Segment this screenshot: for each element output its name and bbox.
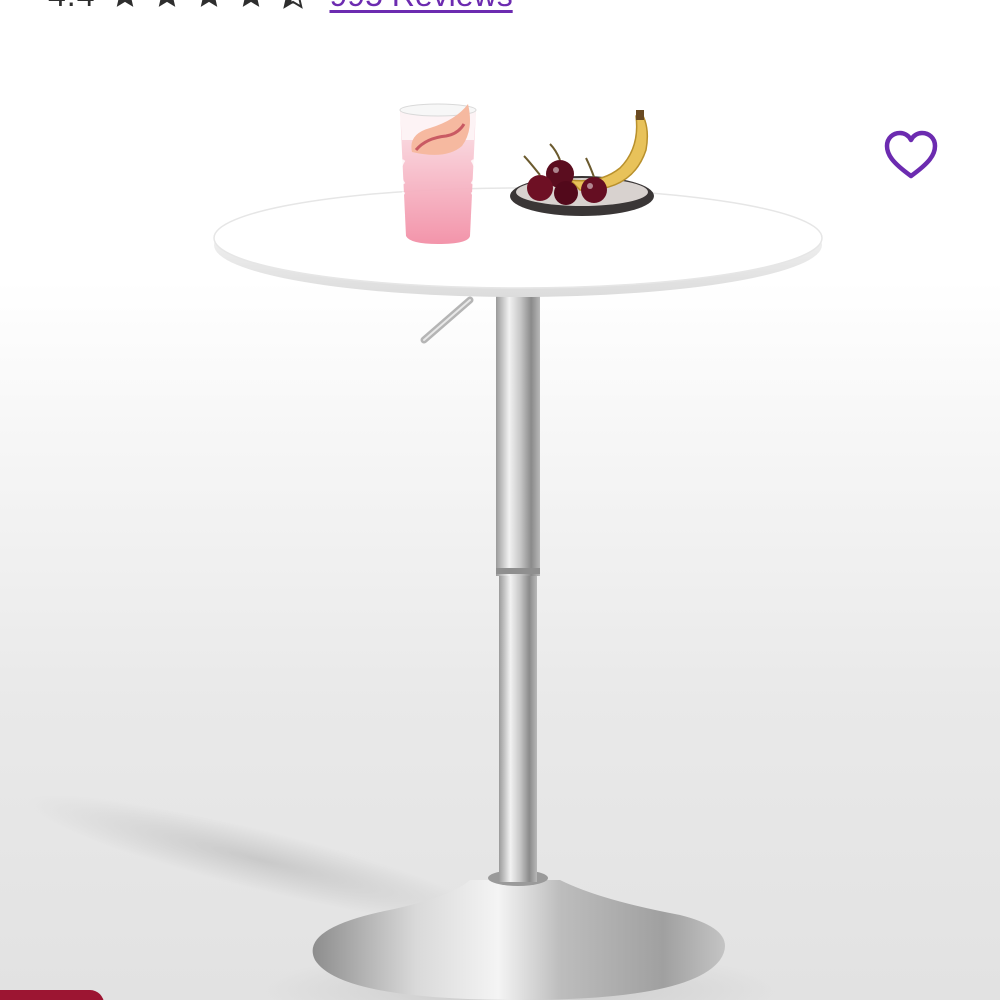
star-rating [109,0,309,11]
table-illustration [27,103,823,1000]
favorite-button[interactable] [878,124,944,186]
star-icon [159,0,176,7]
reviews-link[interactable]: 995 Reviews [329,0,512,14]
fruit-plate [510,110,654,216]
star-icon [243,0,260,7]
product-page: 4.4 995 Reviews White round pub table wi… [0,0,1000,1000]
star-half-icon [283,0,304,9]
glass-drink [398,103,478,244]
promo-badge [0,990,104,1000]
star-icon [201,0,218,7]
star-icon [117,0,134,7]
rating-value: 4.4 [48,0,95,14]
heart-outline-icon [884,130,938,179]
rating-row: 4.4 995 Reviews [48,0,513,14]
product-image[interactable]: White round pub table with chrome pedest… [0,0,1000,1000]
